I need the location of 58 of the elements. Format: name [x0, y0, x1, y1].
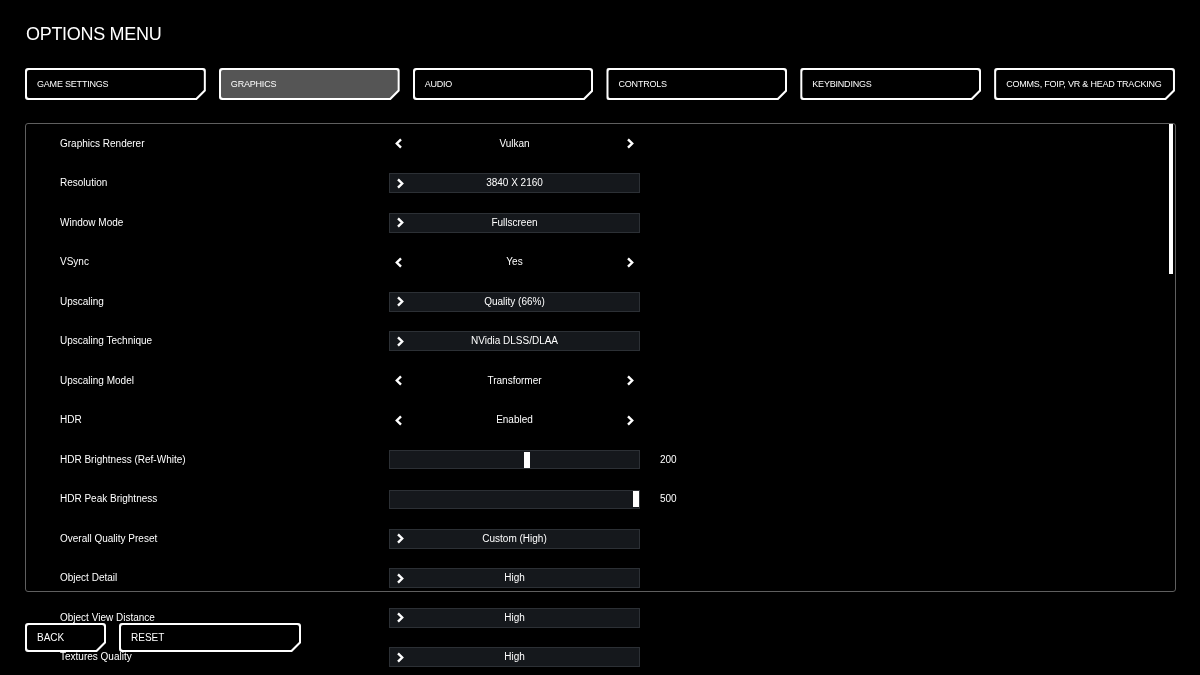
setting-label: Upscaling	[59, 296, 105, 307]
reset-button[interactable]: RESET	[119, 623, 301, 652]
chevron-right-icon	[396, 335, 404, 347]
slider-reading: 200	[660, 454, 677, 465]
chevron-right-icon	[396, 651, 404, 663]
tab[interactable]: AUDIO	[412, 68, 594, 100]
dropdown-field[interactable]: Custom (High)	[389, 528, 640, 549]
slider-thumb[interactable]	[633, 491, 639, 508]
chevron-right-icon[interactable]	[626, 414, 634, 426]
setting-label: Object View Distance	[59, 612, 156, 623]
chevron-right-icon	[396, 612, 404, 624]
dropdown-field[interactable]: Quality (66%)	[389, 291, 640, 312]
chevron-right-icon[interactable]	[626, 256, 634, 268]
dropdown-field[interactable]: 3840 X 2160	[389, 173, 640, 194]
chevron-right-icon	[396, 296, 404, 308]
setting-label: Object Detail	[59, 573, 119, 584]
chevron-left-icon[interactable]	[395, 375, 403, 387]
scrollbar-thumb[interactable]	[1169, 124, 1173, 274]
tab[interactable]: GAME SETTINGS	[25, 68, 206, 100]
setting-value: Enabled	[496, 415, 533, 426]
setting-label: HDR	[59, 415, 83, 426]
chevron-right-icon[interactable]	[626, 138, 634, 150]
back-button[interactable]: BACK	[25, 623, 106, 652]
setting-label: Textures Quality	[59, 652, 133, 663]
setting-label: Upscaling Model	[59, 375, 135, 386]
dropdown-field[interactable]: High	[389, 568, 640, 589]
setting-label: Window Mode	[59, 217, 125, 228]
setting-label: HDR Brightness (Ref-White)	[59, 454, 187, 465]
setting-value: Transformer	[487, 375, 542, 386]
tab[interactable]: KEYBINDINGS	[800, 68, 982, 100]
dropdown-field[interactable]: High	[389, 607, 640, 628]
setting-label: Graphics Renderer	[59, 138, 146, 149]
chevron-left-icon[interactable]	[395, 414, 403, 426]
slider-reading: 500	[660, 494, 677, 505]
dropdown-field[interactable]: NVidia DLSS/DLAA	[389, 331, 640, 352]
setting-label: Upscaling Technique	[59, 336, 154, 347]
chevron-right-icon	[396, 177, 404, 189]
setting-label: HDR Peak Brightness	[59, 494, 159, 505]
slider-track[interactable]	[389, 450, 640, 470]
tab[interactable]: COMMS, FOIP, VR & HEAD TRACKING	[994, 68, 1175, 100]
tab[interactable]: GRAPHICS	[218, 68, 400, 100]
setting-value: Vulkan	[499, 138, 530, 149]
chevron-right-icon	[396, 572, 404, 584]
chevron-right-icon	[396, 533, 404, 545]
dropdown-field[interactable]: High	[389, 647, 640, 668]
slider-thumb[interactable]	[523, 451, 530, 468]
chevron-right-icon[interactable]	[626, 375, 634, 387]
setting-label: VSync	[59, 257, 90, 268]
chevron-left-icon[interactable]	[395, 138, 403, 150]
chevron-right-icon	[396, 217, 404, 229]
setting-label: Overall Quality Preset	[59, 533, 159, 544]
dropdown-field[interactable]: Fullscreen	[389, 212, 640, 233]
page-title: OPTIONS MENU	[25, 25, 163, 43]
setting-value: Yes	[506, 257, 523, 268]
slider-track[interactable]	[389, 489, 640, 509]
setting-label: Resolution	[59, 178, 109, 189]
tab[interactable]: CONTROLS	[606, 68, 788, 100]
chevron-left-icon[interactable]	[395, 256, 403, 268]
